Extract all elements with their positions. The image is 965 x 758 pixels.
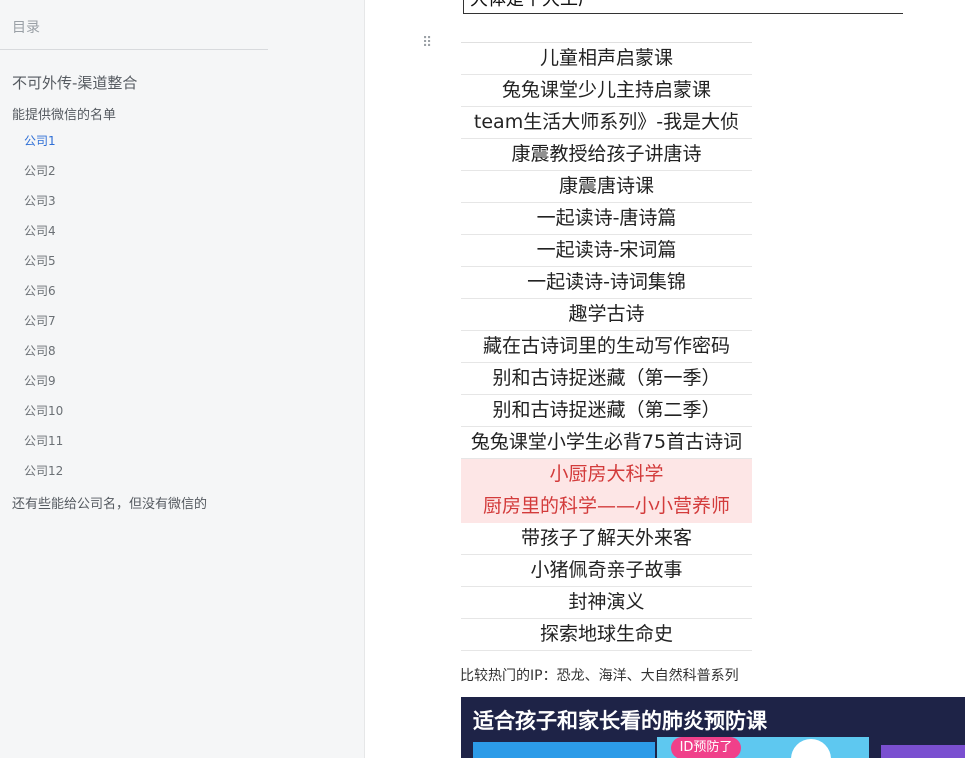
course-row: team生活大师系列》-我是大侦 <box>461 107 752 139</box>
course-row: 儿童相声启蒙课 <box>461 43 752 75</box>
toc-item-company-9[interactable]: 公司9 <box>24 366 63 396</box>
course-row: 一起读诗-唐诗篇 <box>461 203 752 235</box>
toc-item-company-11[interactable]: 公司11 <box>24 426 63 456</box>
toc-item-company-6[interactable]: 公司6 <box>24 276 63 306</box>
course-row: 康震唐诗课 <box>461 171 752 203</box>
toc-divider <box>0 49 268 50</box>
toc-item-company-10[interactable]: 公司10 <box>24 396 63 426</box>
toc-item-company-3[interactable]: 公司3 <box>24 186 63 216</box>
course-row: 小厨房大科学 <box>461 459 752 491</box>
course-row: 带孩子了解天外来客 <box>461 523 752 555</box>
toc-item-company-1[interactable]: 公司1 <box>24 126 63 156</box>
course-row: 一起读诗-宋词篇 <box>461 235 752 267</box>
toc-item-company-8[interactable]: 公司8 <box>24 336 63 366</box>
toc-item-company-5[interactable]: 公司5 <box>24 246 63 276</box>
course-row: 一起读诗-诗词集锦 <box>461 267 752 299</box>
course-row: 康震教授给孩子讲唐诗 <box>461 139 752 171</box>
course-row: 兔兔课堂少儿主持启蒙课 <box>461 75 752 107</box>
toc-item-company-4[interactable]: 公司4 <box>24 216 63 246</box>
course-row: 厨房里的科学——小小营养师 <box>461 491 752 523</box>
course-row: 探索地球生命史 <box>461 619 752 651</box>
course-row: 兔兔课堂小学生必背75首古诗词 <box>461 427 752 459</box>
course-row: 别和古诗捉迷藏（第二季） <box>461 395 752 427</box>
banner-image: 适合孩子和家长看的肺炎预防课 ID预防了 <box>461 697 965 758</box>
toc-item-company-7[interactable]: 公司7 <box>24 306 63 336</box>
toc-section-no-wechat[interactable]: 还有些能给公司名，但没有微信的 <box>12 493 207 512</box>
toc-item-company-12[interactable]: 公司12 <box>24 456 63 486</box>
course-row: 趣学古诗 <box>461 299 752 331</box>
course-row: 小猪佩奇亲子故事 <box>461 555 752 587</box>
toc-header: 目录 <box>12 20 40 36</box>
course-row: 藏在古诗词里的生动写作密码 <box>461 331 752 363</box>
document-content: 大体是个大工厂 ⠿ 儿童相声启蒙课兔兔课堂少儿主持启蒙课team生活大师系列》-… <box>365 0 965 758</box>
course-row: 封神演义 <box>461 587 752 619</box>
toc-item-list: 公司1 公司2 公司3 公司4 公司5 公司6 公司7 公司8 公司9 公司10 公司11 公司12 <box>24 126 63 486</box>
drag-handle-icon[interactable]: ⠿ <box>422 36 432 50</box>
banner-title: 适合孩子和家长看的肺炎预防课 <box>473 709 767 733</box>
course-row: 别和古诗捉迷藏（第一季） <box>461 363 752 395</box>
hot-ip-caption: 比较热门的IP：恐龙、海洋、大自然科普系列 <box>460 668 739 684</box>
banner-illustration-left <box>473 742 655 758</box>
banner-illustration-right <box>881 745 965 758</box>
toc-sidebar: 目录 不可外传-渠道整合 能提供微信的名单 公司1 公司2 公司3 公司4 公司5 公司6… <box>0 0 365 758</box>
toc-item-company-2[interactable]: 公司2 <box>24 156 63 186</box>
course-table: 儿童相声启蒙课 兔兔课堂少儿主持启蒙课 team生活大师系列》-我是大侦 康震教授给孩… <box>461 42 752 651</box>
previous-text-line: 大体是个大工厂 <box>463 0 903 14</box>
toc-section-wechat-list[interactable]: 能提供微信的名单 <box>12 104 116 123</box>
banner-badge: ID预防了 <box>671 737 741 758</box>
toc-doc-title[interactable]: 不可外传-渠道整合 <box>12 72 137 93</box>
